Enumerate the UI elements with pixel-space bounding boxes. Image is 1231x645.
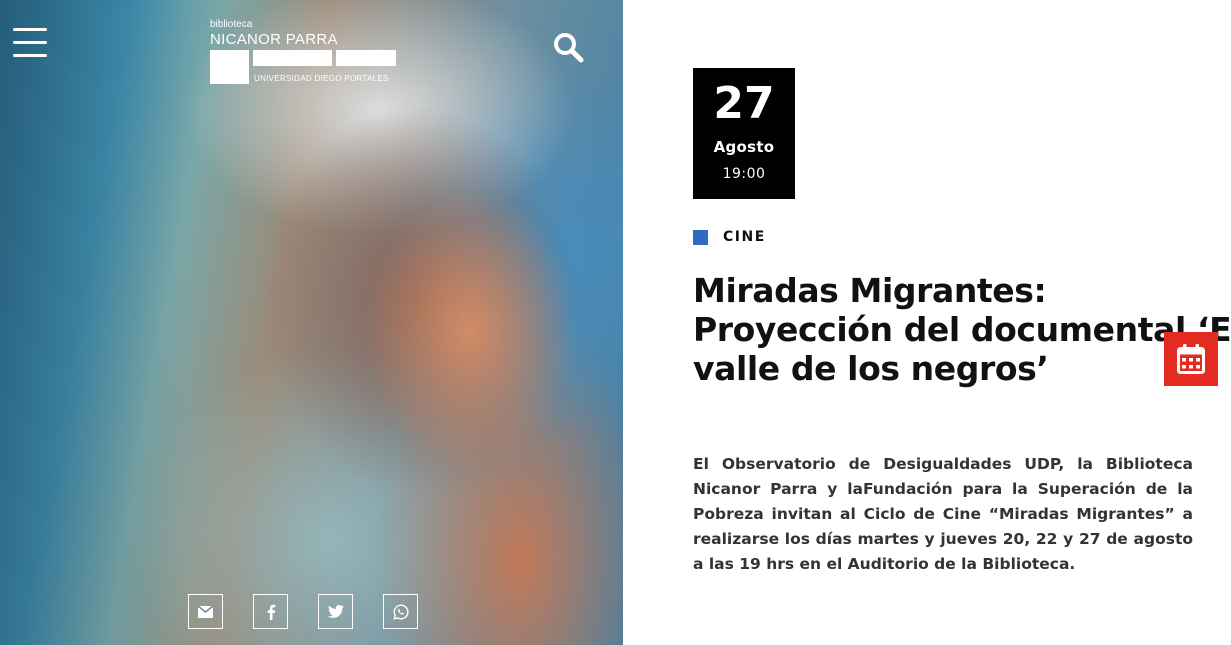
share-whatsapp-button[interactable] (383, 594, 418, 629)
event-title: Miradas Migrantes: Proyección del docume… (693, 271, 1231, 388)
share-email-button[interactable] (188, 594, 223, 629)
library-logo[interactable]: biblioteca NICANOR PARRA UNIVERSIDAD DIE… (210, 20, 400, 86)
event-category[interactable]: CINE (693, 229, 766, 245)
whatsapp-icon (392, 603, 409, 620)
event-date-box: 27 Agosto 19:00 (693, 68, 795, 199)
category-color-square (693, 229, 708, 245)
hero-image (0, 0, 623, 645)
event-description: El Observatorio de Desigualdades UDP, la… (693, 455, 1193, 573)
envelope-icon (198, 605, 213, 618)
calendar-icon (1177, 344, 1205, 374)
event-month: Agosto (713, 138, 775, 156)
twitter-icon (327, 605, 344, 618)
search-button[interactable] (552, 31, 584, 63)
event-day: 27 (713, 78, 775, 129)
menu-button[interactable] (13, 28, 47, 58)
share-twitter-button[interactable] (318, 594, 353, 629)
facebook-icon (267, 604, 275, 620)
search-icon (554, 33, 584, 63)
category-label: CINE (723, 229, 766, 245)
menu-icon (13, 28, 47, 31)
event-time: 19:00 (722, 166, 766, 182)
add-to-calendar-button[interactable] (1164, 332, 1218, 386)
share-facebook-button[interactable] (253, 594, 288, 629)
